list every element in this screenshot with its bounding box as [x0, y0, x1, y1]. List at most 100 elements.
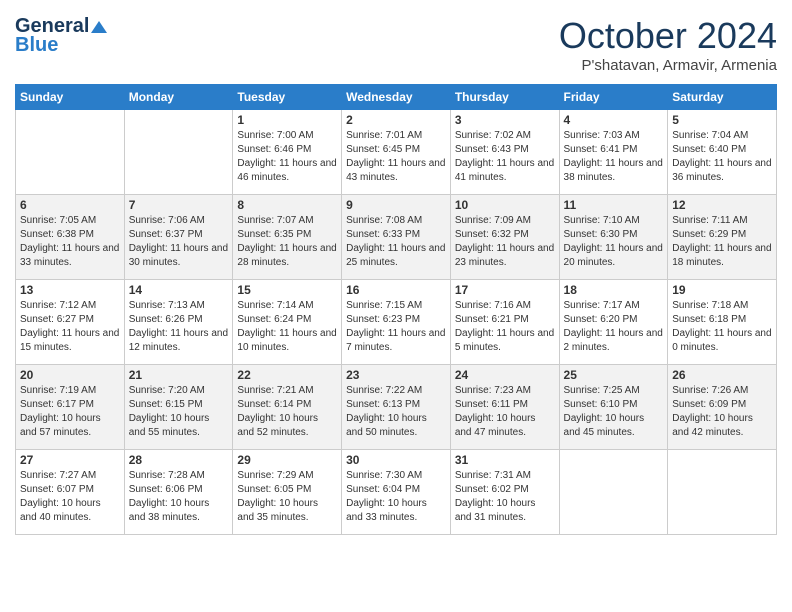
calendar-cell: 11 Sunrise: 7:10 AMSunset: 6:30 PMDayligh…: [559, 195, 668, 280]
calendar-cell: 12Sunrise: 7:11 AMSunset: 6:29 PMDayligh…: [668, 195, 777, 280]
day-number: 23: [346, 368, 446, 382]
calendar-cell: 28Sunrise: 7:28 AMSunset: 6:06 PMDayligh…: [124, 450, 233, 535]
header: General Blue October 2024 P'shatavan, Ar…: [15, 15, 777, 74]
week-row-1: 1Sunrise: 7:00 AMSunset: 6:46 PMDaylight…: [16, 110, 777, 195]
calendar-cell: 2 Sunrise: 7:01 AMSunset: 6:45 PMDaylight…: [342, 110, 451, 195]
col-sunday: Sunday: [16, 85, 125, 110]
cell-content: Sunrise: 7:28 AMSunset: 6:06 PMDaylight:…: [129, 469, 229, 525]
calendar-cell: 6Sunrise: 7:05 AMSunset: 6:38 PMDaylight…: [16, 195, 125, 280]
cell-content: Sunrise: 7:20 AMSunset: 6:15 PMDaylight:…: [129, 384, 229, 440]
day-number: 6: [20, 198, 120, 212]
day-number: 26: [672, 368, 772, 382]
col-tuesday: Tuesday: [233, 85, 342, 110]
calendar-cell: 17 Sunrise: 7:16 AMSunset: 6:21 PMDayligh…: [450, 280, 559, 365]
calendar-cell: 26 Sunrise: 7:26 AMSunset: 6:09 PMDayligh…: [668, 365, 777, 450]
calendar-cell: 25 Sunrise: 7:25 AMSunset: 6:10 PMDayligh…: [559, 365, 668, 450]
calendar-body: 1Sunrise: 7:00 AMSunset: 6:46 PMDaylight…: [16, 110, 777, 535]
calendar-cell: 18Sunrise: 7:17 AMSunset: 6:20 PMDayligh…: [559, 280, 668, 365]
logo-icon: [91, 19, 107, 35]
calendar-cell: 4Sunrise: 7:03 AMSunset: 6:41 PMDaylight…: [559, 110, 668, 195]
calendar-header: Sunday Monday Tuesday Wednesday Thursday…: [16, 85, 777, 110]
day-number: 25: [564, 368, 664, 382]
day-number: 13: [20, 283, 120, 297]
calendar-cell: [668, 450, 777, 535]
week-row-4: 20 Sunrise: 7:19 AMSunset: 6:17 PMDayligh…: [16, 365, 777, 450]
calendar-cell: 5 Sunrise: 7:04 AMSunset: 6:40 PMDaylight…: [668, 110, 777, 195]
cell-content: Sunrise: 7:27 AMSunset: 6:07 PMDaylight:…: [20, 469, 120, 525]
cell-content: Sunrise: 7:09 AMSunset: 6:32 PMDaylight:…: [455, 214, 555, 270]
cell-content: Sunrise: 7:16 AMSunset: 6:21 PMDaylight:…: [455, 299, 555, 355]
calendar-cell: [16, 110, 125, 195]
cell-content: Sunrise: 7:12 AMSunset: 6:27 PMDaylight:…: [20, 299, 120, 355]
cell-content: Sunrise: 7:19 AMSunset: 6:17 PMDaylight:…: [20, 384, 120, 440]
logo-blue-text: Blue: [15, 34, 58, 57]
calendar-cell: 21 Sunrise: 7:20 AMSunset: 6:15 PMDayligh…: [124, 365, 233, 450]
cell-content: Sunrise: 7:04 AMSunset: 6:40 PMDaylight:…: [672, 129, 772, 185]
calendar-cell: 27 Sunrise: 7:27 AMSunset: 6:07 PMDayligh…: [16, 450, 125, 535]
calendar-cell: 30Sunrise: 7:30 AMSunset: 6:04 PMDayligh…: [342, 450, 451, 535]
calendar-cell: 31 Sunrise: 7:31 AMSunset: 6:02 PMDayligh…: [450, 450, 559, 535]
day-number: 15: [237, 283, 337, 297]
calendar-table: Sunday Monday Tuesday Wednesday Thursday…: [15, 84, 777, 535]
col-saturday: Saturday: [668, 85, 777, 110]
calendar-cell: 22 Sunrise: 7:21 AMSunset: 6:14 PMDayligh…: [233, 365, 342, 450]
calendar-cell: 7 Sunrise: 7:06 AMSunset: 6:37 PMDaylight…: [124, 195, 233, 280]
calendar-cell: 20 Sunrise: 7:19 AMSunset: 6:17 PMDayligh…: [16, 365, 125, 450]
cell-content: Sunrise: 7:00 AMSunset: 6:46 PMDaylight:…: [237, 129, 337, 185]
day-number: 19: [672, 283, 772, 297]
cell-content: Sunrise: 7:06 AMSunset: 6:37 PMDaylight:…: [129, 214, 229, 270]
calendar-cell: 16Sunrise: 7:15 AMSunset: 6:23 PMDayligh…: [342, 280, 451, 365]
col-monday: Monday: [124, 85, 233, 110]
day-number: 29: [237, 453, 337, 467]
day-number: 8: [237, 198, 337, 212]
calendar-cell: 1Sunrise: 7:00 AMSunset: 6:46 PMDaylight…: [233, 110, 342, 195]
logo: General Blue: [15, 15, 109, 57]
week-row-5: 27 Sunrise: 7:27 AMSunset: 6:07 PMDayligh…: [16, 450, 777, 535]
calendar-cell: 8Sunrise: 7:07 AMSunset: 6:35 PMDaylight…: [233, 195, 342, 280]
day-number: 3: [455, 113, 555, 127]
cell-content: Sunrise: 7:10 AMSunset: 6:30 PMDaylight:…: [564, 214, 664, 270]
calendar-cell: 24Sunrise: 7:23 AMSunset: 6:11 PMDayligh…: [450, 365, 559, 450]
day-number: 5: [672, 113, 772, 127]
calendar-cell: 13 Sunrise: 7:12 AMSunset: 6:27 PMDayligh…: [16, 280, 125, 365]
day-number: 21: [129, 368, 229, 382]
day-number: 7: [129, 198, 229, 212]
cell-content: Sunrise: 7:21 AMSunset: 6:14 PMDaylight:…: [237, 384, 337, 440]
col-thursday: Thursday: [450, 85, 559, 110]
cell-content: Sunrise: 7:22 AMSunset: 6:13 PMDaylight:…: [346, 384, 446, 440]
calendar-cell: 15Sunrise: 7:14 AMSunset: 6:24 PMDayligh…: [233, 280, 342, 365]
cell-content: Sunrise: 7:02 AMSunset: 6:43 PMDaylight:…: [455, 129, 555, 185]
cell-content: Sunrise: 7:31 AMSunset: 6:02 PMDaylight:…: [455, 469, 555, 525]
calendar-cell: 14Sunrise: 7:13 AMSunset: 6:26 PMDayligh…: [124, 280, 233, 365]
calendar-cell: 10 Sunrise: 7:09 AMSunset: 6:32 PMDayligh…: [450, 195, 559, 280]
day-number: 9: [346, 198, 446, 212]
day-number: 27: [20, 453, 120, 467]
calendar-cell: 9 Sunrise: 7:08 AMSunset: 6:33 PMDaylight…: [342, 195, 451, 280]
day-number: 11: [564, 198, 664, 212]
cell-content: Sunrise: 7:25 AMSunset: 6:10 PMDaylight:…: [564, 384, 664, 440]
cell-content: Sunrise: 7:29 AMSunset: 6:05 PMDaylight:…: [237, 469, 337, 525]
day-number: 20: [20, 368, 120, 382]
day-number: 22: [237, 368, 337, 382]
day-number: 2: [346, 113, 446, 127]
day-number: 10: [455, 198, 555, 212]
cell-content: Sunrise: 7:26 AMSunset: 6:09 PMDaylight:…: [672, 384, 772, 440]
day-number: 31: [455, 453, 555, 467]
day-number: 4: [564, 113, 664, 127]
calendar-cell: 29 Sunrise: 7:29 AMSunset: 6:05 PMDayligh…: [233, 450, 342, 535]
cell-content: Sunrise: 7:11 AMSunset: 6:29 PMDaylight:…: [672, 214, 772, 270]
day-number: 30: [346, 453, 446, 467]
col-wednesday: Wednesday: [342, 85, 451, 110]
day-number: 17: [455, 283, 555, 297]
day-number: 24: [455, 368, 555, 382]
day-number: 18: [564, 283, 664, 297]
calendar-cell: 3 Sunrise: 7:02 AMSunset: 6:43 PMDaylight…: [450, 110, 559, 195]
title-area: October 2024 P'shatavan, Armavir, Armeni…: [559, 15, 777, 74]
month-title: October 2024: [559, 15, 777, 57]
cell-content: Sunrise: 7:18 AMSunset: 6:18 PMDaylight:…: [672, 299, 772, 355]
location: P'shatavan, Armavir, Armenia: [559, 57, 777, 74]
cell-content: Sunrise: 7:15 AMSunset: 6:23 PMDaylight:…: [346, 299, 446, 355]
col-friday: Friday: [559, 85, 668, 110]
cell-content: Sunrise: 7:01 AMSunset: 6:45 PMDaylight:…: [346, 129, 446, 185]
cell-content: Sunrise: 7:08 AMSunset: 6:33 PMDaylight:…: [346, 214, 446, 270]
